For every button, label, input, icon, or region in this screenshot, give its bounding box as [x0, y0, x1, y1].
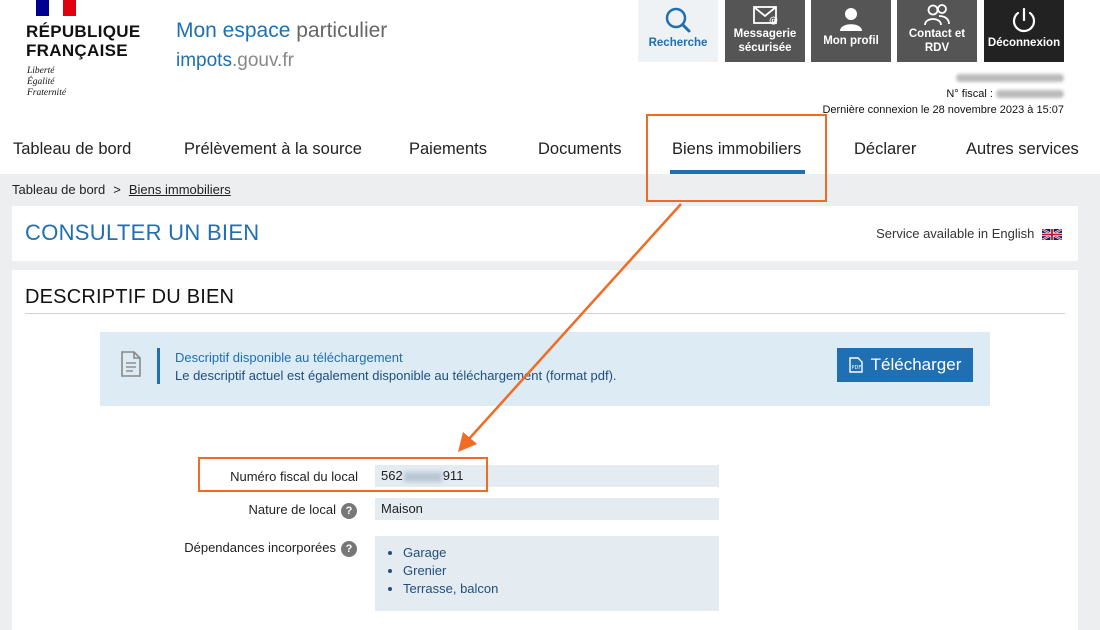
svg-text:PDF: PDF	[851, 365, 861, 371]
pdf-file-icon: PDF	[848, 357, 863, 373]
nature-local-value: Maison	[375, 498, 719, 520]
site-header: RÉPUBLIQUE FRANÇAISE Liberté Égalité Fra…	[0, 0, 1100, 120]
envelope-icon: @	[753, 6, 778, 26]
help-icon[interactable]: ?	[341, 502, 357, 519]
nature-local-label: Nature de local?	[249, 502, 357, 519]
messagerie-button[interactable]: @ Messagerie sécurisée	[725, 0, 805, 62]
contact-rdv-button[interactable]: Contact et RDV	[897, 0, 977, 62]
page-title: CONSULTER UN BIEN	[25, 220, 260, 245]
nav-prelevement[interactable]: Prélèvement à la source	[184, 140, 362, 159]
republique-motto: Liberté Égalité Fraternité	[27, 66, 67, 98]
download-description: Le descriptif actuel est également dispo…	[175, 368, 617, 383]
document-icon	[121, 351, 141, 377]
descriptif-panel: DESCRIPTIF DU BIEN Descriptif disponible…	[12, 270, 1078, 630]
breadcrumb: Tableau de bord > Biens immobiliers	[12, 182, 231, 197]
dependances-list: Garage Grenier Terrasse, balcon	[381, 544, 719, 598]
nav-documents[interactable]: Documents	[538, 140, 621, 159]
breadcrumb-current[interactable]: Biens immobiliers	[129, 182, 231, 197]
download-title: Descriptif disponible au téléchargement	[175, 350, 403, 365]
impots-site-name[interactable]: impots.gouv.fr	[176, 50, 294, 72]
download-notice: Descriptif disponible au téléchargement …	[100, 332, 990, 406]
power-icon	[1012, 7, 1036, 33]
dependances-value: Garage Grenier Terrasse, balcon	[375, 536, 719, 611]
redacted-digits	[403, 471, 442, 482]
user-name-redacted	[822, 70, 1064, 86]
download-button[interactable]: PDF Télécharger	[837, 348, 973, 382]
notice-accent-bar	[157, 348, 160, 384]
numero-fiscal-value: 562 911	[375, 465, 719, 487]
list-item: Garage	[403, 544, 719, 562]
main-nav: Tableau de bord Prélèvement à la source …	[0, 126, 1100, 174]
nav-tableau-de-bord[interactable]: Tableau de bord	[13, 140, 131, 159]
contact-icon	[924, 4, 950, 26]
search-icon	[665, 7, 691, 33]
numero-fiscal-label: Numéro fiscal du local	[230, 469, 358, 484]
svg-text:@: @	[769, 16, 778, 26]
logout-button[interactable]: Déconnexion	[984, 0, 1064, 62]
republique-francaise-name: RÉPUBLIQUE FRANÇAISE	[26, 22, 141, 60]
nav-autres-services[interactable]: Autres services	[966, 140, 1079, 159]
nav-paiements[interactable]: Paiements	[409, 140, 487, 159]
list-item: Grenier	[403, 562, 719, 580]
nav-biens-immobiliers[interactable]: Biens immobiliers	[672, 140, 801, 159]
republique-francaise-logo[interactable]	[36, 0, 76, 16]
uk-flag-icon	[1042, 229, 1062, 241]
section-divider	[25, 313, 1065, 314]
espace-title[interactable]: Mon espace particulier	[176, 19, 387, 43]
list-item: Terrasse, balcon	[403, 580, 719, 598]
breadcrumb-root[interactable]: Tableau de bord	[12, 182, 105, 197]
nav-declarer[interactable]: Déclarer	[854, 140, 916, 159]
profile-button[interactable]: Mon profil	[811, 0, 891, 62]
section-title: DESCRIPTIF DU BIEN	[25, 286, 235, 308]
user-info: N° fiscal : Dernière connexion le 28 nov…	[822, 70, 1064, 118]
english-service-link[interactable]: Service available in English	[876, 226, 1062, 241]
user-icon	[840, 8, 862, 31]
last-login: Dernière connexion le 28 novembre 2023 à…	[822, 104, 1064, 116]
consult-panel: CONSULTER UN BIEN Service available in E…	[12, 206, 1078, 261]
dependances-label: Dépendances incorporées?	[184, 540, 357, 557]
search-button[interactable]: Recherche	[638, 0, 718, 62]
fiscal-number: N° fiscal :	[822, 86, 1064, 102]
help-icon[interactable]: ?	[341, 540, 357, 557]
